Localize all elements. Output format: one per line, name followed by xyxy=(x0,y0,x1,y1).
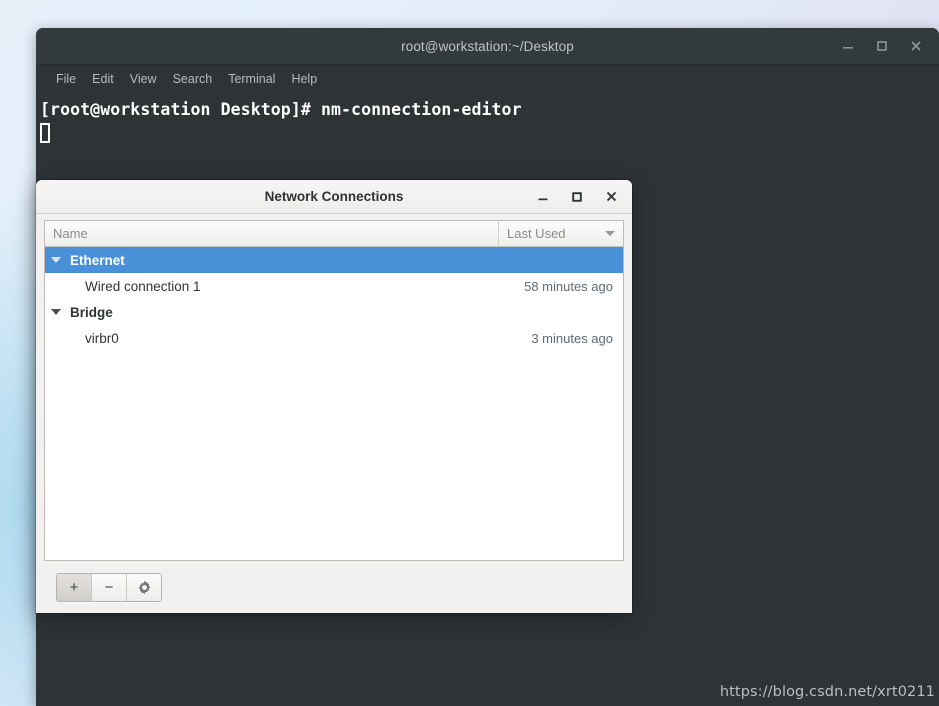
dialog-maximize-icon[interactable] xyxy=(560,183,594,211)
desktop-background: root@workstation:~/Desktop File Edit Vie… xyxy=(0,0,939,706)
terminal-title: root@workstation:~/Desktop xyxy=(401,38,574,54)
menu-item-terminal[interactable]: Terminal xyxy=(220,70,283,88)
list-rows: Ethernet Wired connection 1 58 minutes a… xyxy=(45,247,623,560)
terminal-close-icon[interactable] xyxy=(899,31,933,61)
terminal-titlebar[interactable]: root@workstation:~/Desktop xyxy=(36,28,939,65)
expander-collapse-icon[interactable] xyxy=(51,309,61,315)
toolbar-button-group: + − xyxy=(56,572,162,602)
list-header-row: Name Last Used xyxy=(45,221,623,247)
table-row[interactable]: Wired connection 1 58 minutes ago xyxy=(45,273,623,299)
menu-item-file[interactable]: File xyxy=(48,70,84,88)
connections-list: Name Last Used Ethernet Wired connection… xyxy=(44,220,624,561)
expander-collapse-icon[interactable] xyxy=(51,257,61,263)
column-header-last-used-label: Last Used xyxy=(507,226,566,241)
terminal-menubar: File Edit View Search Terminal Help xyxy=(36,65,939,93)
dialog-content: Name Last Used Ethernet Wired connection… xyxy=(36,214,632,613)
terminal-cursor xyxy=(40,123,50,143)
add-connection-button[interactable]: + xyxy=(57,573,92,601)
gear-icon xyxy=(137,580,152,595)
dialog-titlebar[interactable]: Network Connections xyxy=(36,180,632,214)
watermark-text: https://blog.csdn.net/xrt0211 xyxy=(719,684,935,700)
terminal-window-controls xyxy=(831,28,933,64)
minus-icon: − xyxy=(104,578,114,596)
terminal-prompt-line: [root@workstation Desktop]# nm-connectio… xyxy=(40,100,522,119)
menu-item-search[interactable]: Search xyxy=(165,70,221,88)
menu-item-view[interactable]: View xyxy=(122,70,165,88)
remove-connection-button[interactable]: − xyxy=(92,573,127,601)
edit-connection-button[interactable] xyxy=(127,573,161,601)
row-last-used: 3 minutes ago xyxy=(531,330,613,346)
terminal-maximize-icon[interactable] xyxy=(865,31,899,61)
table-row[interactable]: Ethernet xyxy=(45,247,623,273)
network-connections-dialog: Network Connections Name Last Used Ether… xyxy=(36,180,632,613)
dialog-minimize-icon[interactable] xyxy=(526,183,560,211)
connection-label: virbr0 xyxy=(85,330,119,346)
dialog-title: Network Connections xyxy=(264,189,404,204)
plus-icon: + xyxy=(69,578,79,596)
dialog-toolbar: + − xyxy=(44,561,624,613)
dialog-close-icon[interactable] xyxy=(594,183,628,211)
group-label: Bridge xyxy=(70,304,113,320)
table-row[interactable]: Bridge xyxy=(45,299,623,325)
table-row[interactable]: virbr0 3 minutes ago xyxy=(45,325,623,351)
sort-descending-icon xyxy=(605,231,615,236)
dialog-window-controls xyxy=(526,180,628,213)
connection-label: Wired connection 1 xyxy=(85,278,201,294)
column-header-name[interactable]: Name xyxy=(45,221,498,246)
menu-item-help[interactable]: Help xyxy=(283,70,325,88)
group-label: Ethernet xyxy=(70,252,125,268)
terminal-minimize-icon[interactable] xyxy=(831,31,865,61)
row-last-used: 58 minutes ago xyxy=(524,278,613,294)
menu-item-edit[interactable]: Edit xyxy=(84,70,122,88)
column-header-last-used[interactable]: Last Used xyxy=(498,221,623,246)
